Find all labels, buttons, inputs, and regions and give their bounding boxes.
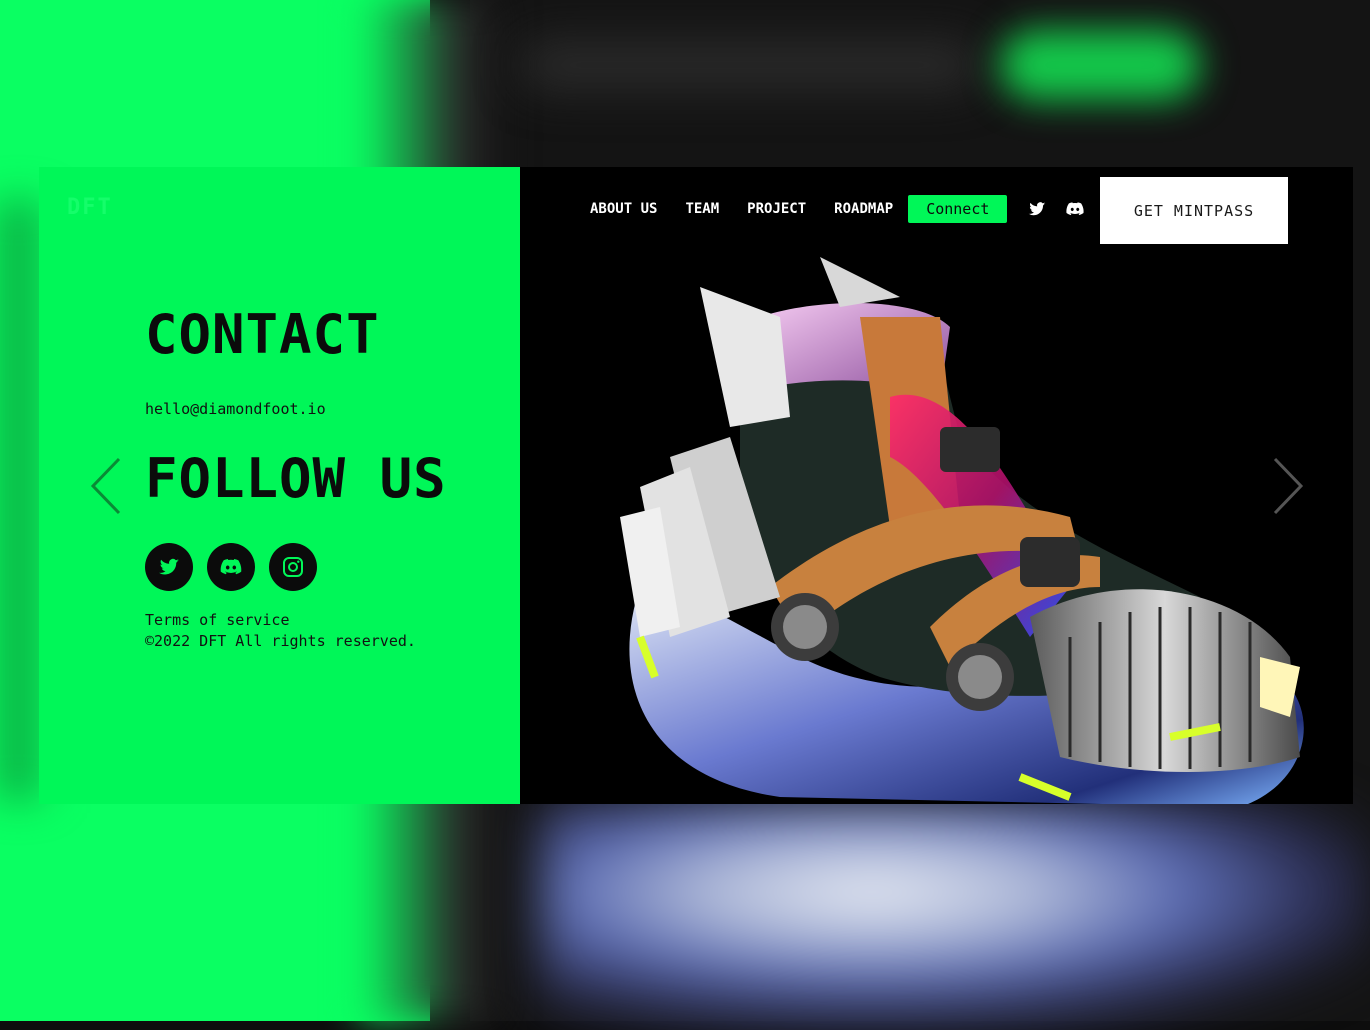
next-slide-arrow-icon[interactable] <box>1271 457 1305 515</box>
hero-panel: ABOUT US TEAM PROJECT ROADMAP Connect GE… <box>520 167 1353 804</box>
backdrop-nav-blur <box>520 40 980 90</box>
contact-heading: CONTACT <box>145 303 380 366</box>
top-nav: ABOUT US TEAM PROJECT ROADMAP Connect <box>590 195 1123 223</box>
discord-icon <box>220 559 242 575</box>
connect-button[interactable]: Connect <box>908 195 1008 223</box>
nav-project[interactable]: PROJECT <box>747 201 806 217</box>
twitter-icon <box>159 558 179 575</box>
backdrop-shoe-blur <box>540 800 1370 1030</box>
discord-button[interactable] <box>207 543 255 591</box>
backdrop-connect-blur <box>1000 30 1200 100</box>
twitter-button[interactable] <box>145 543 193 591</box>
contact-panel: DFT CONTACT hello@diamondfoot.io FOLLOW … <box>39 167 520 804</box>
prev-slide-arrow-icon[interactable] <box>89 457 123 515</box>
instagram-icon <box>283 557 303 577</box>
terms-of-service-link[interactable]: Terms of service <box>145 611 290 629</box>
logo[interactable]: DFT <box>67 195 113 220</box>
nav-team[interactable]: TEAM <box>685 201 719 217</box>
nav-roadmap[interactable]: ROADMAP <box>834 201 893 217</box>
social-links <box>145 543 317 591</box>
instagram-button[interactable] <box>269 543 317 591</box>
follow-heading: FOLLOW US <box>145 447 447 510</box>
copyright-text: ©2022 DFT All rights reserved. <box>145 632 416 650</box>
nav-about-us[interactable]: ABOUT US <box>590 201 657 217</box>
slide-card: DFT CONTACT hello@diamondfoot.io FOLLOW … <box>39 167 1353 804</box>
contact-email-link[interactable]: hello@diamondfoot.io <box>145 400 326 418</box>
get-mintpass-button[interactable]: GET MINTPASS <box>1100 177 1288 244</box>
discord-icon[interactable] <box>1065 199 1085 219</box>
sneaker-image <box>620 257 1304 804</box>
twitter-icon[interactable] <box>1027 199 1047 219</box>
